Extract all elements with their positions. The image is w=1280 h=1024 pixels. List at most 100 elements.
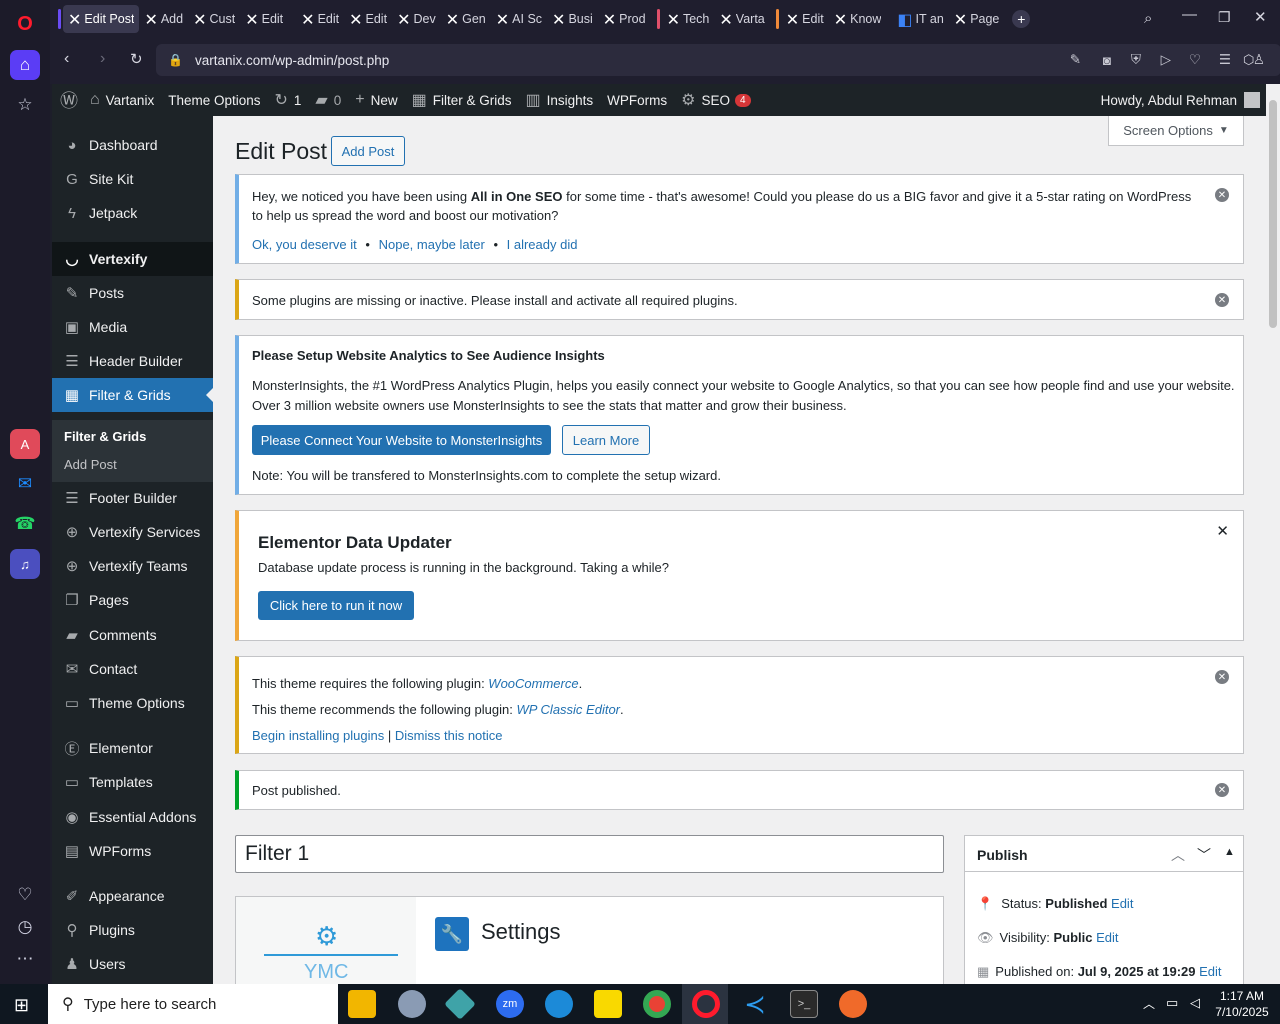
whatsapp-icon[interactable]: ☎ bbox=[10, 509, 40, 539]
already-did-link[interactable]: I already did bbox=[507, 237, 578, 252]
menu-item-theme-options[interactable]: ▭ Theme Options bbox=[52, 686, 213, 720]
menu-item-footer-builder[interactable]: ☰ Footer Builder bbox=[52, 481, 213, 515]
terminal-icon[interactable]: >_ bbox=[790, 990, 818, 1018]
scrollbar-thumb[interactable] bbox=[1269, 100, 1277, 328]
menu-item-contact[interactable]: ✉ Contact bbox=[52, 652, 213, 686]
menu-item-header-builder[interactable]: ☰ Header Builder bbox=[52, 344, 213, 378]
send-icon[interactable]: ▷ bbox=[1161, 52, 1171, 68]
site-name-link[interactable]: ⌂ Vartanix bbox=[90, 91, 154, 109]
restore-button[interactable]: ❐ bbox=[1218, 9, 1231, 26]
my-account-link[interactable]: Howdy, Abdul Rehman bbox=[1101, 92, 1260, 108]
connect-monsterinsights-button[interactable]: Please Connect Your Website to MonsterIn… bbox=[252, 425, 551, 455]
menu-item-site-kit[interactable]: G Site Kit bbox=[52, 162, 213, 196]
reload-icon[interactable]: ↻ bbox=[130, 50, 143, 68]
shield-icon[interactable]: ⛨ bbox=[1131, 52, 1141, 68]
menu-icon[interactable]: ☰ bbox=[1219, 52, 1231, 68]
tab[interactable]: ✕ Edit bbox=[344, 5, 392, 33]
edit-icon[interactable]: ✎ bbox=[1070, 52, 1081, 68]
menu-item-vertexify-services[interactable]: ⊕ Vertexify Services bbox=[52, 515, 213, 549]
tab[interactable]: ✕ Add bbox=[139, 5, 188, 33]
comments-link[interactable]: ▰ 0 bbox=[315, 90, 341, 110]
tab[interactable]: ✕ Varta bbox=[714, 5, 769, 33]
insights-link[interactable]: ▥ Insights bbox=[526, 90, 594, 110]
app-icon[interactable] bbox=[444, 988, 476, 1020]
account-icon[interactable]: ♙ bbox=[1253, 52, 1265, 68]
tab[interactable]: ✕ Edit Post bbox=[63, 5, 140, 33]
submenu-item-filter-grids[interactable]: Filter & Grids bbox=[64, 429, 146, 444]
menu-item-vertexify-teams[interactable]: ⊕ Vertexify Teams bbox=[52, 549, 213, 583]
more-icon[interactable]: ⋯ bbox=[10, 944, 40, 974]
chrome-icon[interactable] bbox=[643, 990, 671, 1018]
dismiss-icon[interactable]: ✕ bbox=[1215, 670, 1229, 684]
close-window-button[interactable]: ✕ bbox=[1254, 8, 1267, 26]
dismiss-icon[interactable]: ✕ bbox=[1215, 293, 1229, 307]
add-post-button[interactable]: Add Post bbox=[331, 136, 405, 166]
tab[interactable]: ✕ Edit bbox=[240, 5, 288, 33]
dismiss-notice-link[interactable]: Dismiss this notice bbox=[395, 728, 503, 743]
opera-icon[interactable] bbox=[692, 990, 720, 1018]
menu-item-pages[interactable]: ❐ Pages bbox=[52, 583, 213, 617]
home-icon[interactable]: ⌂ bbox=[10, 50, 40, 80]
menu-item-filter-grids[interactable]: ▦ Filter & Grids bbox=[52, 378, 213, 412]
zoom-icon[interactable]: zm bbox=[496, 990, 524, 1018]
opera-logo-icon[interactable]: O bbox=[10, 9, 40, 39]
tab[interactable]: ✕ Edit bbox=[296, 5, 344, 33]
sticky-notes-icon[interactable] bbox=[594, 990, 622, 1018]
app-icon[interactable] bbox=[398, 990, 426, 1018]
tab[interactable]: ✕ AI Sc bbox=[491, 5, 547, 33]
tab[interactable]: ✕ Cust bbox=[188, 5, 240, 33]
menu-item-templates[interactable]: ▭ Templates bbox=[52, 765, 213, 799]
tab[interactable]: ✕ Page bbox=[949, 5, 1005, 33]
learn-more-button[interactable]: Learn More bbox=[562, 425, 650, 455]
volume-icon[interactable]: ◁ bbox=[1190, 995, 1200, 1011]
tab[interactable]: ✕ Busi bbox=[547, 5, 598, 33]
taskbar-search-box[interactable]: ⚲ Type here to search bbox=[48, 984, 338, 1024]
menu-item-wpforms[interactable]: ▤ WPForms bbox=[52, 834, 213, 868]
menu-item-essential-addons[interactable]: ◉ Essential Addons bbox=[52, 800, 213, 834]
tab[interactable]: ✕ Tech bbox=[662, 5, 715, 33]
network-icon[interactable]: ▭ bbox=[1166, 995, 1178, 1011]
wpforms-link[interactable]: WPForms bbox=[607, 93, 667, 108]
menu-item-elementor[interactable]: Ⓔ Elementor bbox=[52, 731, 213, 765]
wordpress-logo-icon[interactable]: Ⓦ bbox=[60, 87, 78, 113]
chevron-up-icon[interactable]: ︿ bbox=[1171, 845, 1185, 865]
menu-item-plugins[interactable]: ⚲ Plugins bbox=[52, 913, 213, 947]
dismiss-icon[interactable]: ✕ bbox=[1215, 188, 1229, 202]
new-tab-button[interactable]: + bbox=[1012, 10, 1031, 28]
app-icon[interactable] bbox=[839, 990, 867, 1018]
deserve-it-link[interactable]: Ok, you deserve it bbox=[252, 237, 357, 252]
heart-icon[interactable]: ♡ bbox=[1189, 52, 1201, 68]
heart-icon[interactable]: ♡ bbox=[10, 880, 40, 910]
edit-date-link[interactable]: Edit bbox=[1199, 964, 1221, 979]
filter-grids-link[interactable]: ▦ Filter & Grids bbox=[412, 90, 512, 110]
tab[interactable]: ✕ Prod bbox=[598, 5, 651, 33]
camera-icon[interactable]: ◙ bbox=[1103, 53, 1111, 68]
edit-visibility-link[interactable]: Edit bbox=[1096, 930, 1118, 945]
menu-item-appearance[interactable]: ✐ Appearance bbox=[52, 879, 213, 913]
star-icon[interactable]: ☆ bbox=[10, 90, 40, 120]
aria-icon[interactable]: A bbox=[10, 429, 40, 459]
new-content-link[interactable]: + New bbox=[355, 91, 397, 109]
page-scrollbar[interactable] bbox=[1266, 84, 1280, 984]
post-title-input[interactable]: Filter 1 bbox=[235, 835, 944, 873]
menu-item-jetpack[interactable]: ϟ Jetpack bbox=[52, 196, 213, 230]
tab[interactable]: ✕ Dev bbox=[392, 5, 441, 33]
back-icon[interactable]: ‹ bbox=[64, 50, 69, 68]
windows-start-icon[interactable]: ⊞ bbox=[14, 995, 29, 1016]
messenger-icon[interactable]: ✉ bbox=[10, 469, 40, 499]
dismiss-icon[interactable]: ✕ bbox=[1215, 783, 1229, 797]
vscode-icon[interactable]: ≺ bbox=[741, 989, 769, 1019]
show-hidden-icons[interactable]: ︿ bbox=[1143, 995, 1155, 1012]
menu-item-comments[interactable]: ▰ Comments bbox=[52, 618, 213, 652]
classic-editor-link[interactable]: WP Classic Editor bbox=[516, 702, 620, 717]
forward-icon[interactable]: › bbox=[100, 50, 105, 68]
history-icon[interactable]: ◷ bbox=[10, 912, 40, 942]
menu-item-dashboard[interactable]: ◕ Dashboard bbox=[52, 128, 213, 162]
screen-options-button[interactable]: Screen Options ▼ bbox=[1108, 116, 1244, 146]
toggle-panel-icon[interactable]: ▲ bbox=[1224, 846, 1235, 858]
edit-status-link[interactable]: Edit bbox=[1111, 896, 1133, 911]
run-updater-button[interactable]: Click here to run it now bbox=[258, 591, 414, 620]
submenu-item-add-post[interactable]: Add Post bbox=[64, 457, 117, 472]
maybe-later-link[interactable]: Nope, maybe later bbox=[379, 237, 485, 252]
edge-icon[interactable] bbox=[545, 990, 573, 1018]
